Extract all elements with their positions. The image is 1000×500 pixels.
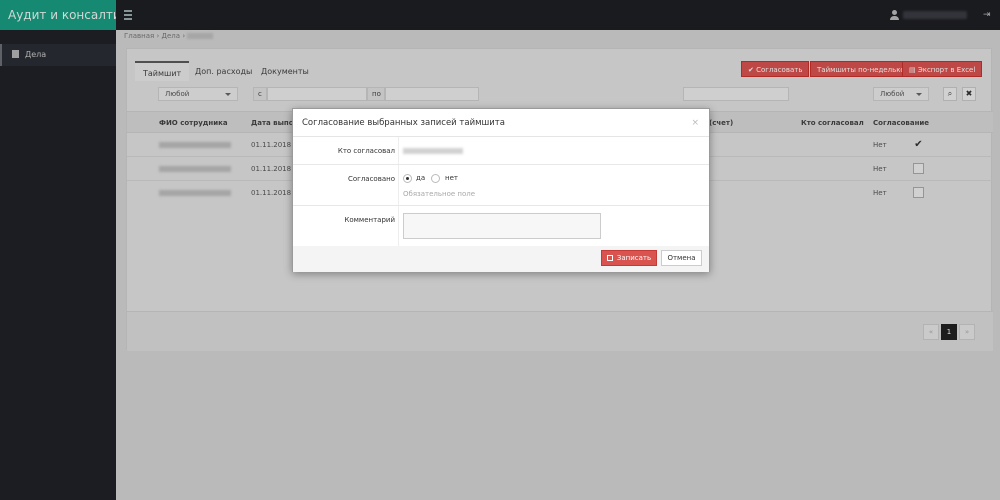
modal-footer: Записать Отмена	[293, 246, 709, 272]
modal-close-icon[interactable]: ×	[691, 109, 699, 137]
modal-header: Согласование выбранных записей таймшита …	[293, 109, 709, 137]
comment-label: Комментарий	[344, 216, 395, 224]
row-divider	[398, 165, 399, 205]
save-button[interactable]: Записать	[601, 250, 657, 266]
row-divider	[398, 137, 399, 164]
comment-row: Комментарий	[293, 206, 709, 246]
approved-label: Согласовано	[347, 175, 395, 183]
approver-value-redacted	[403, 148, 463, 154]
floppy-disk-icon	[606, 255, 613, 261]
approved-row: Согласовано да нет Обязательное поле	[293, 165, 709, 206]
cancel-button[interactable]: Отмена	[661, 250, 702, 266]
approved-yes-label[interactable]: да	[416, 173, 425, 184]
approver-row: Кто согласовал	[293, 137, 709, 165]
row-divider	[398, 206, 399, 246]
approval-modal: Согласование выбранных записей таймшита …	[292, 108, 710, 272]
modal-title: Согласование выбранных записей таймшита	[302, 118, 505, 128]
save-button-label: Записать	[616, 254, 652, 262]
required-field-hint: Обязательное поле	[403, 190, 476, 198]
approved-no-radio[interactable]	[431, 174, 440, 183]
approver-label: Кто согласовал	[337, 147, 395, 155]
approved-no-label[interactable]: нет	[445, 173, 458, 184]
comment-textarea[interactable]	[403, 213, 601, 239]
approved-yes-radio[interactable]	[403, 174, 412, 183]
